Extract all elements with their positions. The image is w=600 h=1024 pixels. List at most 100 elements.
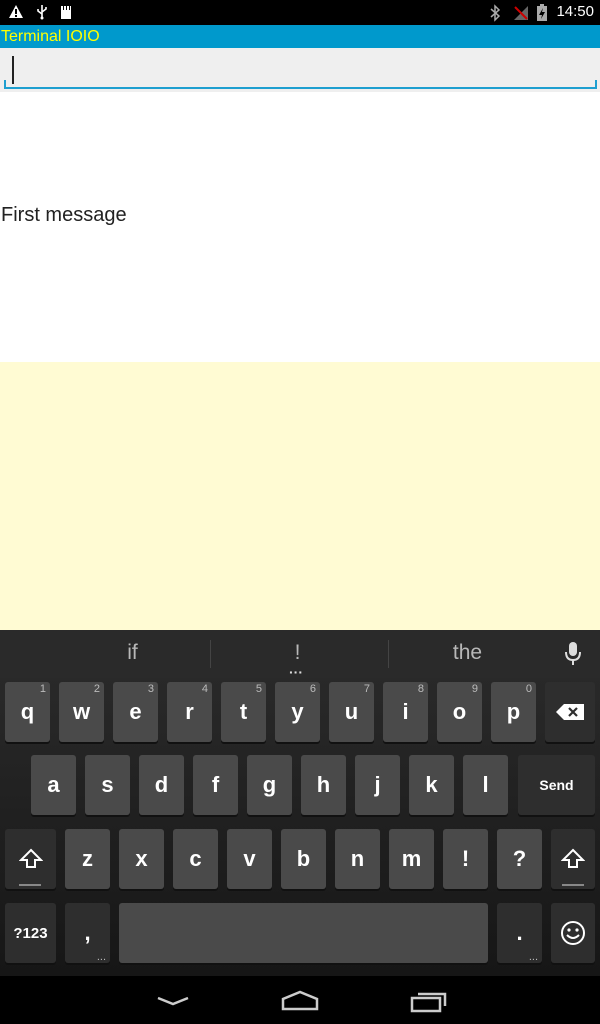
key-m[interactable]: m xyxy=(389,829,434,889)
shift-indicator xyxy=(562,884,584,886)
key-j[interactable]: j xyxy=(355,755,400,815)
send-key-label: Send xyxy=(539,777,574,793)
no-signal-icon xyxy=(514,6,528,20)
key-hint: 9 xyxy=(471,683,478,695)
key-a[interactable]: a xyxy=(31,755,76,815)
output-panel xyxy=(0,362,600,630)
send-key[interactable]: Send xyxy=(518,755,595,815)
key-hint: 4 xyxy=(201,683,208,695)
key-d[interactable]: d xyxy=(139,755,184,815)
key-label: l xyxy=(482,772,489,797)
key-question[interactable]: ? xyxy=(497,829,542,889)
key-label: k xyxy=(425,772,438,797)
key-u[interactable]: u7 xyxy=(329,682,374,742)
shift-icon xyxy=(561,848,585,868)
bluetooth-icon xyxy=(490,4,501,22)
key-f[interactable]: f xyxy=(193,755,238,815)
key-label: c xyxy=(189,846,202,871)
key-s[interactable]: s xyxy=(85,755,130,815)
key-label: f xyxy=(211,772,220,797)
key-x[interactable]: x xyxy=(119,829,164,889)
key-label: t xyxy=(239,699,248,724)
shift-icon xyxy=(18,848,43,868)
back-icon[interactable] xyxy=(155,992,191,1010)
suggestion-divider xyxy=(210,640,211,668)
key-n[interactable]: n xyxy=(335,829,380,889)
microphone-icon[interactable] xyxy=(564,641,582,667)
key-label: h xyxy=(316,772,331,797)
sd-card-icon xyxy=(61,6,71,19)
more-suggestions-dots[interactable]: ··· xyxy=(289,664,303,680)
key-hint: 3 xyxy=(147,683,154,695)
status-bar: 14:50 xyxy=(0,0,600,25)
suggestion-1[interactable]: if xyxy=(60,641,205,665)
key-label: y xyxy=(291,699,304,724)
key-label: q xyxy=(20,699,35,724)
home-icon[interactable] xyxy=(281,990,319,1012)
key-c[interactable]: c xyxy=(173,829,218,889)
key-label: d xyxy=(154,772,169,797)
key-label: z xyxy=(82,846,93,871)
key-hint: 1 xyxy=(39,683,46,695)
key-l[interactable]: l xyxy=(463,755,508,815)
app-title: Terminal IOIO xyxy=(1,28,100,45)
key-shift-left[interactable] xyxy=(5,829,56,889)
key-e[interactable]: e3 xyxy=(113,682,158,742)
key-b[interactable]: b xyxy=(281,829,326,889)
key-label: v xyxy=(243,846,256,871)
emoji-key[interactable] xyxy=(551,903,595,963)
key-label: b xyxy=(296,846,311,871)
key-label: p xyxy=(506,699,521,724)
suggestion-3[interactable]: the xyxy=(395,641,540,665)
recent-apps-icon[interactable] xyxy=(410,989,448,1013)
usb-icon xyxy=(37,5,47,20)
key-i[interactable]: i8 xyxy=(383,682,428,742)
key-r[interactable]: r4 xyxy=(167,682,212,742)
key-y[interactable]: y6 xyxy=(275,682,320,742)
key-h[interactable]: h xyxy=(301,755,346,815)
key-hint: 7 xyxy=(363,683,370,695)
key-p[interactable]: p0 xyxy=(491,682,536,742)
clock: 14:50 xyxy=(556,3,594,20)
key-label: g xyxy=(262,772,277,797)
key-q[interactable]: q1 xyxy=(5,682,50,742)
key-comma[interactable]: ,... xyxy=(65,903,110,963)
backspace-icon xyxy=(556,704,584,720)
key-hint: 6 xyxy=(309,683,316,695)
key-label: w xyxy=(72,699,91,724)
text-cursor xyxy=(12,56,14,84)
input-underline-left xyxy=(4,80,6,89)
message-input[interactable] xyxy=(0,48,600,92)
key-label: ? xyxy=(512,846,527,871)
key-backspace[interactable] xyxy=(545,682,595,742)
key-hint: 0 xyxy=(525,683,532,695)
more-dots: ... xyxy=(528,951,538,963)
symbols-key-label: ?123 xyxy=(13,924,48,942)
key-g[interactable]: g xyxy=(247,755,292,815)
suggestion-2[interactable]: ! xyxy=(225,641,370,665)
space-bar[interactable] xyxy=(119,903,488,963)
key-t[interactable]: t5 xyxy=(221,682,266,742)
key-hint: 8 xyxy=(417,683,424,695)
input-underline xyxy=(4,87,597,89)
key-shift-right[interactable] xyxy=(551,829,595,889)
key-z[interactable]: z xyxy=(65,829,110,889)
key-label: o xyxy=(452,699,467,724)
key-hint: 5 xyxy=(255,683,262,695)
key-label: u xyxy=(344,699,359,724)
more-dots: ... xyxy=(96,951,106,963)
key-exclamation[interactable]: ! xyxy=(443,829,488,889)
key-w[interactable]: w2 xyxy=(59,682,104,742)
key-hint: 2 xyxy=(93,683,100,695)
key-k[interactable]: k xyxy=(409,755,454,815)
key-label: x xyxy=(135,846,148,871)
shift-indicator xyxy=(19,884,41,886)
key-period[interactable]: .... xyxy=(497,903,542,963)
key-v[interactable]: v xyxy=(227,829,272,889)
symbols-key[interactable]: ?123 xyxy=(5,903,56,963)
key-o[interactable]: o9 xyxy=(437,682,482,742)
suggestion-divider xyxy=(388,640,389,668)
input-underline-right xyxy=(595,80,597,89)
smiley-icon xyxy=(561,921,585,945)
key-label: r xyxy=(185,699,194,724)
